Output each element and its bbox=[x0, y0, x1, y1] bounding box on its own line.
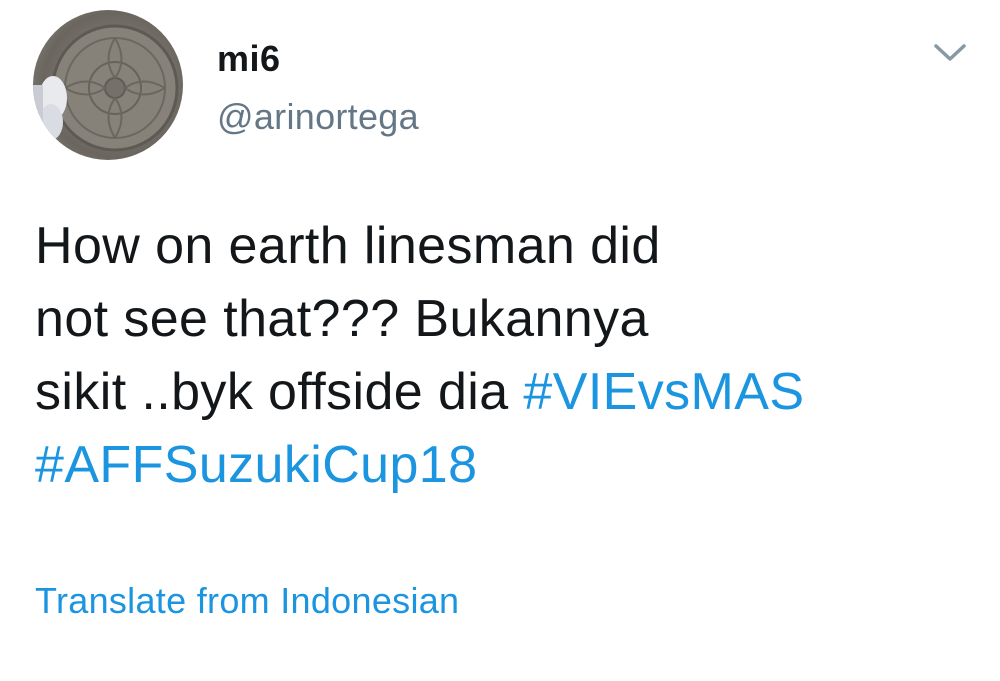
tweet-text-line: #AFFSuzukiCup18 bbox=[35, 429, 955, 502]
tweet-text-line: not see that??? Bukannya bbox=[35, 290, 649, 348]
user-handle[interactable]: @arinortega bbox=[217, 96, 419, 138]
hashtag-link[interactable]: #AFFSuzukiCup18 bbox=[35, 436, 477, 494]
tweet-card: mi6 @arinortega How on earth linesman di… bbox=[0, 0, 1000, 681]
chevron-down-icon bbox=[934, 44, 966, 61]
hashtag-link[interactable]: #VIEvsMAS bbox=[523, 363, 804, 421]
display-name[interactable]: mi6 bbox=[217, 38, 281, 80]
translate-link[interactable]: Translate from Indonesian bbox=[35, 580, 459, 622]
tweet-text-line: How on earth linesman did bbox=[35, 217, 661, 275]
avatar[interactable] bbox=[33, 10, 183, 160]
avatar-image bbox=[33, 24, 179, 152]
tweet-text-line: sikit ..byk offside dia #VIEvsMAS bbox=[35, 356, 955, 429]
tweet-text-segment: sikit ..byk offside dia bbox=[35, 363, 524, 421]
tweet-text: How on earth linesman did not see that??… bbox=[35, 210, 955, 502]
tweet-menu-button[interactable] bbox=[932, 38, 968, 66]
